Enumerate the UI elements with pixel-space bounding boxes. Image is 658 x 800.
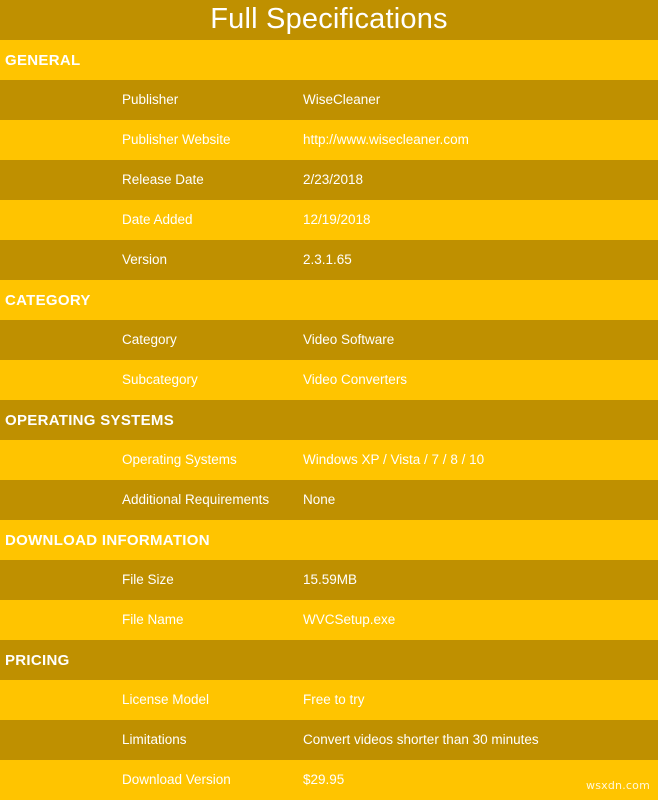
section-title: GENERAL (5, 51, 81, 69)
spec-label: Publisher (122, 92, 179, 108)
spec-value: http://www.wisecleaner.com (303, 132, 469, 148)
table-row: License Model Free to try (0, 680, 658, 720)
spec-value: 12/19/2018 (303, 212, 371, 228)
table-row: Publisher WiseCleaner (0, 80, 658, 120)
spec-label: File Name (122, 612, 184, 628)
section-header-row: CATEGORY (0, 280, 658, 320)
spec-label: Date Added (122, 212, 193, 228)
section-title: PRICING (5, 651, 70, 669)
page-title: Full Specifications (210, 2, 448, 35)
section-header-row: OPERATING SYSTEMS (0, 400, 658, 440)
spec-value: Free to try (303, 692, 365, 708)
panel-header: Full Specifications (0, 0, 658, 40)
spec-value: None (303, 492, 336, 508)
spec-label: Publisher Website (122, 132, 231, 148)
section-header-row: PRICING (0, 640, 658, 680)
spec-value: 15.59MB (303, 572, 358, 588)
spec-value: 2.3.1.65 (303, 252, 352, 268)
table-row: Category Video Software (0, 320, 658, 360)
spec-value: Convert videos shorter than 30 minutes (303, 732, 539, 748)
spec-value: Video Converters (303, 372, 408, 388)
spec-value: WiseCleaner (303, 92, 381, 108)
table-row: Limitations Convert videos shorter than 3… (0, 720, 658, 760)
spec-value: $29.95 (303, 772, 345, 788)
spec-label: Subcategory (122, 372, 198, 388)
spec-value: 2/23/2018 (303, 172, 364, 188)
full-specifications-panel: Full Specifications GENERAL Publisher Wise… (0, 0, 658, 800)
section-title: DOWNLOAD INFORMATION (5, 531, 210, 549)
table-row: Date Added 12/19/2018 (0, 200, 658, 240)
section-title: OPERATING SYSTEMS (5, 411, 175, 429)
table-row: File Name WVCSetup.exe (0, 600, 658, 640)
spec-label: Download Version (122, 772, 231, 788)
table-row: Download Version $29.95 (0, 760, 658, 800)
table-row: Operating Systems Windows XP / Vista / 7 … (0, 440, 658, 480)
table-row: Publisher Website http://www.wisecleaner.… (0, 120, 658, 160)
table-row: Release Date 2/23/2018 (0, 160, 658, 200)
spec-label: File Size (122, 572, 174, 588)
section-header-row: DOWNLOAD INFORMATION (0, 520, 658, 560)
table-row: Subcategory Video Converters (0, 360, 658, 400)
spec-value: Windows XP / Vista / 7 / 8 / 10 (303, 452, 485, 468)
spec-label: License Model (122, 692, 210, 708)
section-header-row: GENERAL (0, 40, 658, 80)
spec-label: Category (122, 332, 177, 348)
spec-value: WVCSetup.exe (303, 612, 396, 628)
site-watermark: wsxdn.com (586, 779, 650, 792)
spec-label: Limitations (122, 732, 187, 748)
table-row: Version 2.3.1.65 (0, 240, 658, 280)
spec-label: Additional Requirements (122, 492, 270, 508)
section-title: CATEGORY (5, 291, 91, 309)
spec-label: Version (122, 252, 168, 268)
table-row: File Size 15.59MB (0, 560, 658, 600)
spec-label: Release Date (122, 172, 204, 188)
table-row: Additional Requirements None (0, 480, 658, 520)
spec-label: Operating Systems (122, 452, 237, 468)
spec-value: Video Software (303, 332, 395, 348)
